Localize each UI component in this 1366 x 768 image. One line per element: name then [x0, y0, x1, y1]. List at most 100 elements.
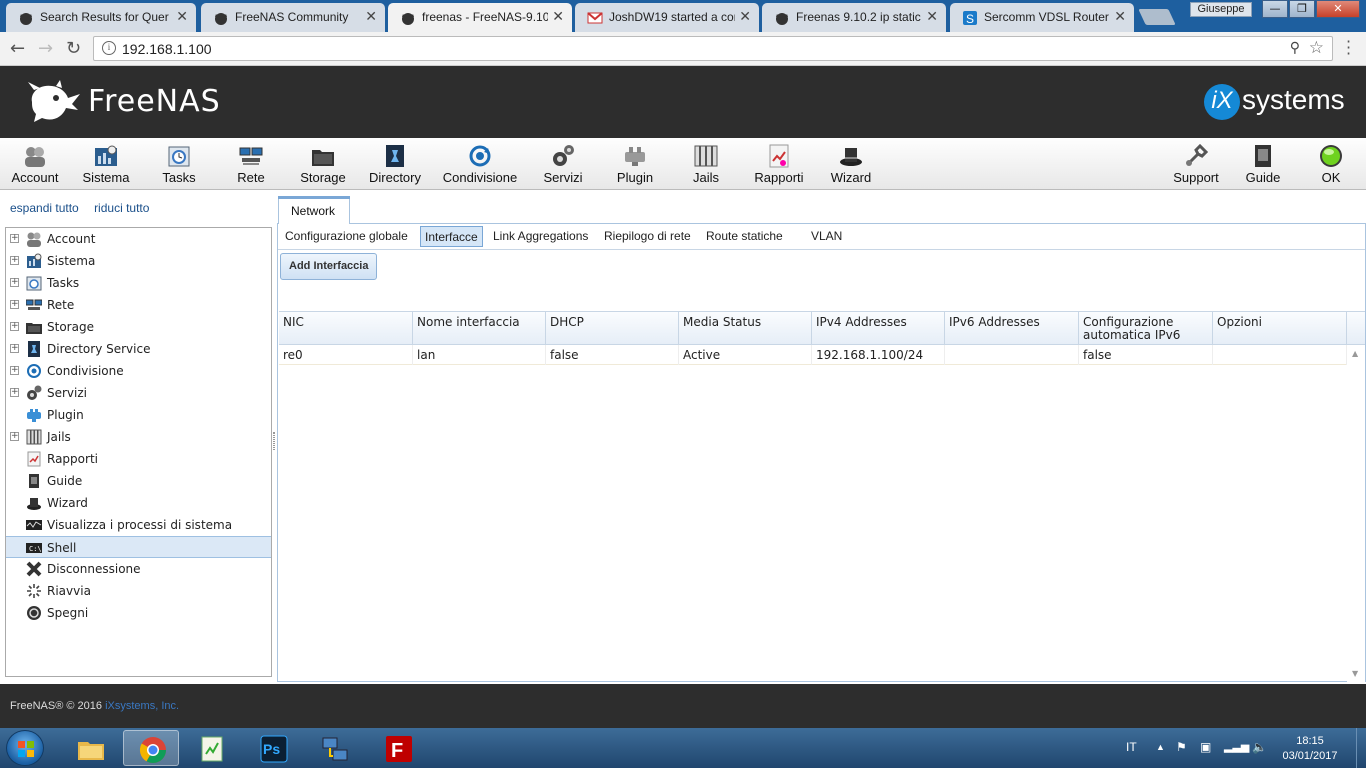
minimize-button[interactable]: — [1262, 0, 1288, 18]
column-header-media-status[interactable]: Media Status [679, 312, 812, 345]
pin-icon[interactable]: ⚲ [1290, 40, 1300, 56]
taskbar-chrome[interactable] [123, 730, 179, 766]
column-header-nic[interactable]: NIC [279, 312, 413, 345]
collapse-all-link[interactable]: riduci tutto [94, 201, 149, 215]
expand-icon[interactable]: + [10, 300, 19, 309]
tab-network[interactable]: Network [278, 196, 350, 224]
toolbar-plugin-button[interactable]: Plugin [605, 138, 665, 190]
tree-item-shell[interactable]: C:\ Shell [6, 536, 271, 558]
tree-item-tasks[interactable]: + Tasks [6, 272, 271, 294]
browser-tab-sercomm[interactable]: S Sercomm VDSL Router ✕ [950, 3, 1134, 32]
profile-badge[interactable]: Giuseppe [1190, 2, 1252, 17]
tree-item-storage[interactable]: + Storage [6, 316, 271, 338]
show-desktop-button[interactable] [1356, 728, 1366, 768]
usb-device-icon[interactable]: ▣ [1200, 740, 1211, 754]
expand-icon[interactable]: + [10, 278, 19, 287]
subtab-global-config[interactable]: Configurazione globale [281, 226, 412, 247]
volume-icon[interactable]: 🔈 [1252, 740, 1267, 754]
expand-icon[interactable]: + [10, 344, 19, 353]
column-header-ipv4[interactable]: IPv4 Addresses [812, 312, 945, 345]
expand-icon[interactable]: + [10, 256, 19, 265]
back-arrow-icon[interactable]: ← [10, 38, 25, 59]
close-icon[interactable]: ✕ [926, 8, 938, 25]
taskbar-notepad-plus[interactable] [184, 730, 240, 766]
browser-tab-freenas-forum[interactable]: Freenas 9.10.2 ip static ✕ [762, 3, 946, 32]
toolbar-account-button[interactable]: Account [5, 138, 65, 190]
toolbar-sistema-button[interactable]: Sistema [76, 138, 136, 190]
toolbar-rapporti-button[interactable]: Rapporti [748, 138, 810, 190]
bookmark-star-icon[interactable]: ☆ [1309, 38, 1324, 58]
column-header-ipv6[interactable]: IPv6 Addresses [945, 312, 1079, 345]
close-icon[interactable]: ✕ [552, 8, 564, 25]
table-row[interactable]: re0 lan false Active 192.168.1.100/24 fa… [279, 345, 1347, 365]
expand-icon[interactable]: + [10, 322, 19, 331]
tree-item-plugin[interactable]: Plugin [6, 404, 271, 426]
address-bar[interactable]: i 192.168.1.100 ⚲ ☆ [93, 36, 1333, 61]
language-indicator[interactable]: IT [1126, 740, 1137, 754]
expand-icon[interactable]: + [10, 432, 19, 441]
close-icon[interactable]: ✕ [1114, 8, 1126, 25]
action-center-flag-icon[interactable]: ⚑ [1176, 740, 1187, 754]
tree-item-account[interactable]: + Account [6, 228, 271, 250]
subtab-vlan[interactable]: VLAN [807, 226, 846, 247]
new-tab-button[interactable] [1138, 9, 1176, 25]
tree-item-servizi[interactable]: + Servizi [6, 382, 271, 404]
column-header-options[interactable]: Opzioni [1213, 312, 1347, 345]
network-signal-icon[interactable]: ▂▃▅ [1224, 740, 1249, 753]
reload-icon[interactable]: ↻ [66, 38, 81, 59]
taskbar-network-tool[interactable] [306, 730, 362, 766]
column-header-ipv6-autoconfig[interactable]: Configurazione automatica IPv6 [1079, 312, 1213, 345]
panel-splitter[interactable] [273, 432, 275, 450]
scroll-up-icon[interactable]: ▲ [1352, 349, 1358, 358]
tree-item-guide[interactable]: Guide [6, 470, 271, 492]
expand-icon[interactable]: + [10, 388, 19, 397]
tree-item-sistema[interactable]: + Sistema [6, 250, 271, 272]
tree-item-disconnessione[interactable]: Disconnessione [6, 558, 271, 580]
taskbar-clock[interactable]: 18:15 03/01/2017 [1278, 734, 1342, 764]
maximize-button[interactable]: ❐ [1289, 0, 1315, 18]
taskbar-file-explorer[interactable] [62, 730, 118, 766]
toolbar-guide-button[interactable]: Guide [1234, 138, 1292, 190]
subtab-static-routes[interactable]: Route statiche [702, 226, 787, 247]
expand-all-link[interactable]: espandi tutto [10, 201, 79, 215]
taskbar-filezilla[interactable]: F [370, 730, 426, 766]
browser-tab-freenas-community[interactable]: FreeNAS Community ✕ [201, 3, 385, 32]
subtab-link-aggregations[interactable]: Link Aggregations [489, 226, 592, 247]
subtab-interfaces[interactable]: Interfacce [420, 226, 483, 247]
start-button[interactable] [6, 730, 44, 766]
browser-tab-gmail[interactable]: JoshDW19 started a cor ✕ [575, 3, 759, 32]
add-interface-button[interactable]: Add Interfaccia [280, 253, 378, 280]
column-header-dhcp[interactable]: DHCP [546, 312, 679, 345]
tree-item-jails[interactable]: + Jails [6, 426, 271, 448]
url-text[interactable]: 192.168.1.100 [122, 41, 212, 57]
taskbar-photoshop[interactable]: Ps [245, 730, 301, 766]
toolbar-rete-button[interactable]: Rete [221, 138, 281, 190]
toolbar-alert-button[interactable]: OK [1304, 138, 1358, 190]
tree-item-riavvia[interactable]: Riavvia [6, 580, 271, 602]
scroll-down-icon[interactable]: ▼ [1352, 669, 1358, 678]
browser-menu-icon[interactable]: · · · [1346, 34, 1351, 62]
toolbar-wizard-button[interactable]: Wizard [821, 138, 881, 190]
tree-item-wizard[interactable]: Wizard [6, 492, 271, 514]
tree-item-condivisione[interactable]: + Condivisione [6, 360, 271, 382]
window-close-button[interactable]: ✕ [1316, 0, 1360, 18]
tree-item-rapporti[interactable]: Rapporti [6, 448, 271, 470]
toolbar-condivisione-button[interactable]: Condivisione [440, 138, 520, 190]
expand-icon[interactable]: + [10, 234, 19, 243]
tree-item-rete[interactable]: + Rete [6, 294, 271, 316]
tree-item-system-processes[interactable]: Visualizza i processi di sistema [6, 514, 271, 536]
toolbar-directory-button[interactable]: Directory [363, 138, 427, 190]
browser-tab-freenas-active[interactable]: freenas - FreeNAS-9.10 ✕ [388, 3, 572, 32]
expand-icon[interactable]: + [10, 366, 19, 375]
toolbar-servizi-button[interactable]: Servizi [533, 138, 593, 190]
tree-item-directory-service[interactable]: + Directory Service [6, 338, 271, 360]
column-header-interface-name[interactable]: Nome interfaccia [413, 312, 546, 345]
toolbar-support-button[interactable]: Support [1166, 138, 1226, 190]
toolbar-storage-button[interactable]: Storage [293, 138, 353, 190]
toolbar-tasks-button[interactable]: Tasks [149, 138, 209, 190]
info-icon[interactable]: i [102, 41, 116, 55]
close-icon[interactable]: ✕ [739, 8, 751, 25]
table-scrollbar[interactable]: ▲ ▼ [1347, 345, 1365, 682]
tree-item-spegni[interactable]: Spegni [6, 602, 271, 624]
forward-arrow-icon[interactable]: → [38, 38, 53, 59]
